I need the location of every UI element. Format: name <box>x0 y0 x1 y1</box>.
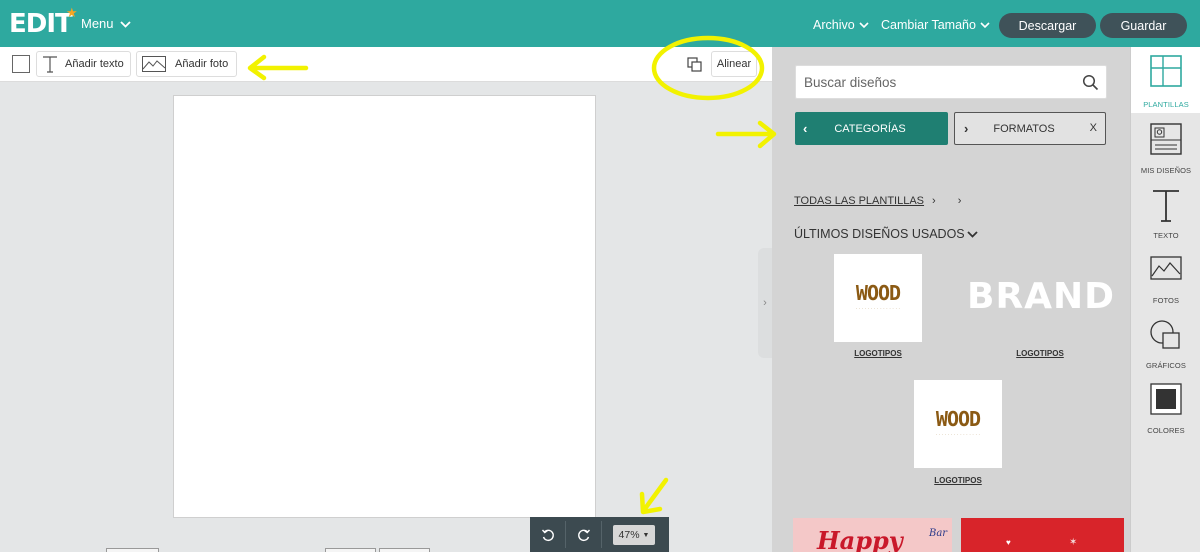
chevron-down-icon <box>980 21 990 28</box>
rail-label: FOTOS <box>1152 296 1180 305</box>
rail-item-colors[interactable]: COLORES <box>1131 375 1200 441</box>
design-canvas[interactable] <box>173 95 596 518</box>
annotation-arrow <box>715 120 777 149</box>
formats-close-button[interactable]: X <box>1090 122 1097 134</box>
text-icon <box>43 56 57 73</box>
breadcrumb: TODAS LAS PLANTILLAS › › <box>794 195 961 207</box>
save-button[interactable]: Guardar <box>1100 13 1187 38</box>
chevron-right-icon: › <box>957 195 962 207</box>
heart-icon: ♥ <box>1006 538 1011 547</box>
archivo-menu[interactable]: Archivo <box>813 16 869 34</box>
logo-star-icon: ★ <box>66 5 78 20</box>
top-bar: EDIT ★ Menu Archivo Cambiar Tamaño Desca… <box>0 0 1200 47</box>
formats-label: FORMATOS <box>993 122 1055 135</box>
rail-item-templates[interactable]: PLANTILLAS <box>1131 47 1200 113</box>
template-caption[interactable]: LOGOTIPOS <box>834 349 922 358</box>
rail-label: GRÁFICOS <box>1146 361 1186 370</box>
download-button[interactable]: Descargar <box>999 13 1096 38</box>
rail-label: PLANTILLAS <box>1143 100 1189 109</box>
side-nav-rail: PLANTILLAS MIS DISEÑOS TEXTO FOTOS GRÁFI… <box>1130 47 1200 552</box>
graphics-icon <box>1150 320 1180 349</box>
rail-label: TEXTO <box>1153 231 1179 240</box>
zoom-bar: 47% ▼ <box>530 517 669 552</box>
editor-toolbar: Añadir texto Añadir foto Alinear <box>0 47 772 82</box>
template-caption[interactable]: LOGOTIPOS <box>914 476 1002 485</box>
chevron-down-icon <box>967 230 978 238</box>
recent-designs-toggle[interactable]: ÚLTIMOS DISEÑOS USADOS <box>794 227 978 241</box>
align-label: Alinear <box>716 58 752 70</box>
categories-label: CATEGORÍAS <box>834 122 906 135</box>
categories-button[interactable]: ‹ CATEGORÍAS <box>795 112 948 145</box>
chevron-right-icon: › <box>964 121 969 136</box>
templates-panel: ‹ CATEGORÍAS › FORMATOS X TODAS LAS PLAN… <box>772 47 1130 552</box>
page-tab[interactable] <box>325 548 376 552</box>
card-badge: Bar <box>929 528 948 539</box>
template-brand[interactable]: BRAND <box>967 275 1114 319</box>
chevron-left-icon: ‹ <box>803 121 808 136</box>
add-text-button[interactable]: Añadir texto <box>36 51 131 77</box>
undo-button[interactable] <box>530 517 565 552</box>
recent-label: ÚLTIMOS DISEÑOS USADOS <box>794 227 965 241</box>
rail-item-text[interactable]: TEXTO <box>1131 180 1200 246</box>
zoom-value: 47% <box>618 529 640 541</box>
layers-icon[interactable] <box>686 56 704 74</box>
template-card-red[interactable]: ♥ ✶ <box>961 518 1124 552</box>
add-photo-label: Añadir foto <box>175 58 229 70</box>
chevron-right-icon: › <box>932 195 936 207</box>
cambiar-tamano-menu[interactable]: Cambiar Tamaño <box>881 16 990 34</box>
cambiar-tamano-label: Cambiar Tamaño <box>881 18 976 32</box>
photos-icon <box>1150 256 1182 280</box>
redo-icon <box>577 529 590 541</box>
template-caption[interactable]: LOGOTIPOS <box>996 349 1084 358</box>
card-text: Happy <box>817 526 903 552</box>
formats-button[interactable]: › FORMATOS X <box>954 112 1106 145</box>
rail-label: MIS DISEÑOS <box>1140 166 1192 175</box>
search-input[interactable] <box>804 66 1074 98</box>
rail-item-photos[interactable]: FOTOS <box>1131 245 1200 311</box>
add-text-label: Añadir texto <box>65 58 124 70</box>
sparkle-icon: ✶ <box>1069 537 1078 548</box>
template-subtitle-line: · · · · · · · · · · · · · · · <box>935 432 981 437</box>
panel-collapse-handle[interactable]: › <box>758 248 772 358</box>
colors-icon <box>1150 383 1182 415</box>
breadcrumb-all-templates[interactable]: TODAS LAS PLANTILLAS <box>794 195 924 207</box>
chevron-down-icon <box>859 21 869 28</box>
caret-down-icon: ▼ <box>642 531 650 539</box>
menu-label: Menu <box>81 16 114 31</box>
rail-item-my-designs[interactable]: MIS DISEÑOS <box>1131 115 1200 181</box>
templates-icon <box>1150 55 1182 87</box>
template-card-happy[interactable]: Happy Bar <box>793 518 952 552</box>
app-logo[interactable]: EDIT <box>9 9 73 39</box>
rail-label: COLORES <box>1147 426 1185 435</box>
text-icon <box>1153 190 1179 222</box>
chevron-down-icon <box>119 20 131 28</box>
page-tab[interactable] <box>106 548 159 552</box>
archivo-label: Archivo <box>813 18 855 32</box>
undo-icon <box>541 529 554 541</box>
template-subtitle-line: · · · · · · · · · · · · · · · <box>855 306 901 311</box>
template-thumbnail[interactable]: WOOD · · · · · · · · · · · · · · · <box>914 380 1002 468</box>
zoom-select[interactable]: 47% ▼ <box>613 525 655 545</box>
align-button[interactable]: Alinear <box>711 51 757 77</box>
annotation-arrow <box>639 477 669 515</box>
rail-item-graphics[interactable]: GRÁFICOS <box>1131 310 1200 376</box>
select-all-checkbox[interactable] <box>12 55 30 73</box>
my-designs-icon <box>1150 123 1182 155</box>
add-photo-button[interactable]: Añadir foto <box>136 51 237 77</box>
template-title: WOOD <box>855 281 901 305</box>
template-thumbnail[interactable]: WOOD · · · · · · · · · · · · · · · <box>834 254 922 342</box>
search-box <box>795 65 1107 99</box>
photo-icon <box>142 56 166 72</box>
chevron-right-icon: › <box>763 297 767 309</box>
menu-button[interactable]: Menu <box>81 15 131 33</box>
search-icon[interactable] <box>1082 74 1099 91</box>
redo-button[interactable] <box>566 517 601 552</box>
template-title: WOOD <box>935 407 981 431</box>
page-tab[interactable] <box>379 548 430 552</box>
divider <box>601 521 602 548</box>
